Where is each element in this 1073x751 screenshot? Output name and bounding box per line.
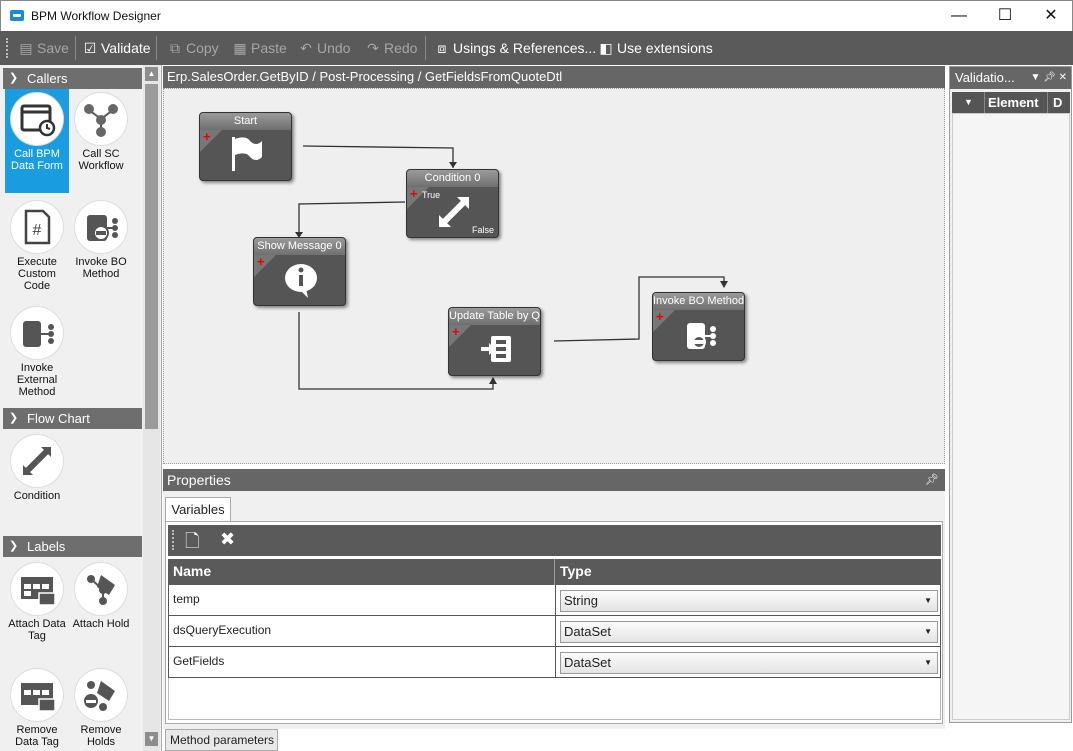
grid-empty-area [168, 678, 941, 720]
checkbox-icon: ☑ [83, 40, 97, 56]
variables-grid: Name Type temp String ▼ dsQueryExecution … [168, 559, 941, 720]
node-update-table[interactable]: Update Table by Q + [448, 307, 541, 376]
copy-button[interactable]: ⧉ Copy [167, 31, 219, 65]
grid-toolbar: 🗋︎ ✖ [168, 525, 941, 556]
toolbox-scrollbar[interactable]: ▲ ▼ [143, 65, 160, 751]
save-icon: ▤ [19, 40, 33, 56]
validation-panel: Validatio... ▼ 📌︎ ✕ ▼ Element D [949, 66, 1072, 723]
dropdown-arrow-icon: ▼ [924, 596, 932, 605]
category-flow-chart[interactable]: ❯ Flow Chart [3, 408, 142, 429]
invoke-external-icon [11, 307, 63, 359]
condition-icon [438, 197, 469, 228]
tool-execute-custom-code[interactable]: # Execute Custom Code [5, 197, 69, 292]
close-button[interactable]: ✕ [1028, 1, 1073, 31]
extensions-icon: ◧ [599, 40, 613, 56]
title-bar: BPM Workflow Designer — ☐ ✕ [0, 0, 1073, 31]
scrollbar-thumb[interactable] [145, 84, 158, 429]
flag-icon [232, 137, 262, 171]
condition-icon [11, 435, 63, 487]
tool-call-bpm-data-form[interactable]: Call BPM Data Form [5, 89, 69, 193]
node-show-message[interactable]: Show Message 0 + [253, 237, 346, 306]
maximize-button[interactable]: ☐ [982, 1, 1028, 31]
undo-button[interactable]: ↶ Undo [298, 31, 350, 65]
tool-remove-data-tag[interactable]: Remove Data Tag [5, 665, 69, 748]
tool-invoke-bo-method[interactable]: Invoke BO Method [69, 197, 133, 280]
add-icon: + [203, 129, 211, 144]
type-select[interactable]: DataSet ▼ [560, 621, 938, 643]
toolbar-grip [6, 38, 9, 58]
invoke-bo-icon [75, 201, 127, 253]
properties-panel: Variables 🗋︎ ✖ Name Type temp String ▼ ds… [163, 491, 945, 729]
remove-data-tag-icon [11, 669, 63, 721]
tool-attach-hold[interactable]: Attach Hold [69, 559, 133, 630]
redo-icon: ↷ [367, 40, 379, 56]
chevron-down-icon: ❯ [9, 72, 19, 84]
tab-method-parameters[interactable]: Method parameters [165, 729, 278, 751]
toolbox-panel: ❯ Callers Call BPM Data Form Call SC Work… [0, 65, 162, 751]
validation-grid-header: ▼ Element D [952, 92, 1070, 113]
type-select[interactable]: DataSet ▼ [560, 652, 938, 674]
paste-icon: ▦ [233, 40, 247, 56]
validate-button[interactable]: ☑ Validate [82, 31, 151, 65]
variables-tab-content: 🗋︎ ✖ Name Type temp String ▼ dsQueryExecu… [165, 521, 943, 724]
app-icon [10, 10, 24, 21]
add-icon: + [410, 186, 418, 201]
paste-button[interactable]: ▦ Paste [232, 31, 286, 65]
workflow-icon [75, 93, 127, 145]
table-row[interactable]: GetFields DataSet ▼ [169, 647, 940, 678]
main-toolbar: ▤ Save ☑ Validate ⧉ Copy ▦ Paste ↶ Undo ↷ Redo… [0, 31, 1073, 65]
tool-call-sc-workflow[interactable]: Call SC Workflow [69, 89, 133, 172]
tool-attach-data-tag[interactable]: Attach Data Tag [5, 559, 69, 642]
tab-variables[interactable]: Variables [165, 497, 231, 522]
window-title: BPM Workflow Designer [31, 9, 161, 23]
dropdown-arrow-icon: ▼ [924, 627, 932, 636]
pin-icon[interactable]: 📌︎ [925, 469, 939, 491]
table-row[interactable]: temp String ▼ [169, 585, 940, 616]
node-invoke-bo-method[interactable]: Invoke BO Method + [652, 292, 745, 361]
invoke-bo-icon [687, 323, 716, 349]
validation-header: Validatio... ▼ 📌︎ ✕ [950, 67, 1071, 89]
category-callers[interactable]: ❯ Callers [3, 68, 142, 89]
add-icon: + [452, 324, 460, 339]
tool-invoke-external-method[interactable]: Invoke External Method [5, 303, 69, 398]
attach-data-tag-icon [11, 563, 63, 615]
usings-icon: ⧈ [437, 40, 447, 56]
attach-hold-icon [75, 563, 127, 615]
validation-list [952, 113, 1070, 720]
info-bubble-icon [285, 264, 317, 298]
node-condition[interactable]: Condition 0 + True False [406, 169, 499, 238]
node-start[interactable]: Start + [199, 112, 292, 181]
tool-condition[interactable]: Condition [5, 431, 69, 502]
remove-holds-icon [75, 669, 127, 721]
scroll-down-icon[interactable]: ▼ [145, 732, 158, 746]
minimize-button[interactable]: — [936, 1, 982, 31]
redo-button[interactable]: ↷ Redo [365, 31, 417, 65]
new-file-icon[interactable]: 🗋︎ [185, 529, 199, 559]
dropdown-arrow-icon: ▼ [924, 658, 932, 667]
delete-icon[interactable]: ✖ [220, 529, 235, 550]
grid-header: Name Type [168, 559, 941, 585]
panel-controls[interactable]: ▼ 📌︎ ✕ [1030, 67, 1067, 89]
chevron-down-icon: ❯ [9, 540, 19, 552]
usings-references-button[interactable]: ⧈ Usings & References... [434, 31, 597, 65]
add-icon: + [656, 309, 664, 324]
code-file-icon: # [11, 201, 63, 253]
save-button[interactable]: ▤ Save [18, 31, 69, 65]
update-table-icon [481, 336, 511, 362]
breadcrumb: Erp.SalesOrder.GetByID / Post-Processing… [163, 66, 945, 88]
type-select[interactable]: String ▼ [560, 590, 938, 612]
tool-remove-holds[interactable]: Remove Holds [69, 665, 133, 748]
table-row[interactable]: dsQueryExecution DataSet ▼ [169, 616, 940, 647]
copy-icon: ⧉ [170, 40, 180, 56]
svg-text:#: # [33, 222, 42, 239]
undo-icon: ↶ [300, 40, 312, 56]
form-icon [11, 93, 63, 145]
add-icon: + [257, 254, 265, 269]
category-labels[interactable]: ❯ Labels [3, 536, 142, 557]
use-extensions-button[interactable]: ◧ Use extensions [598, 31, 712, 65]
chevron-down-icon: ❯ [9, 412, 19, 424]
properties-header: Properties 📌︎ [163, 469, 945, 491]
sort-arrow-icon[interactable]: ▼ [964, 92, 973, 113]
scroll-up-icon[interactable]: ▲ [145, 67, 158, 81]
